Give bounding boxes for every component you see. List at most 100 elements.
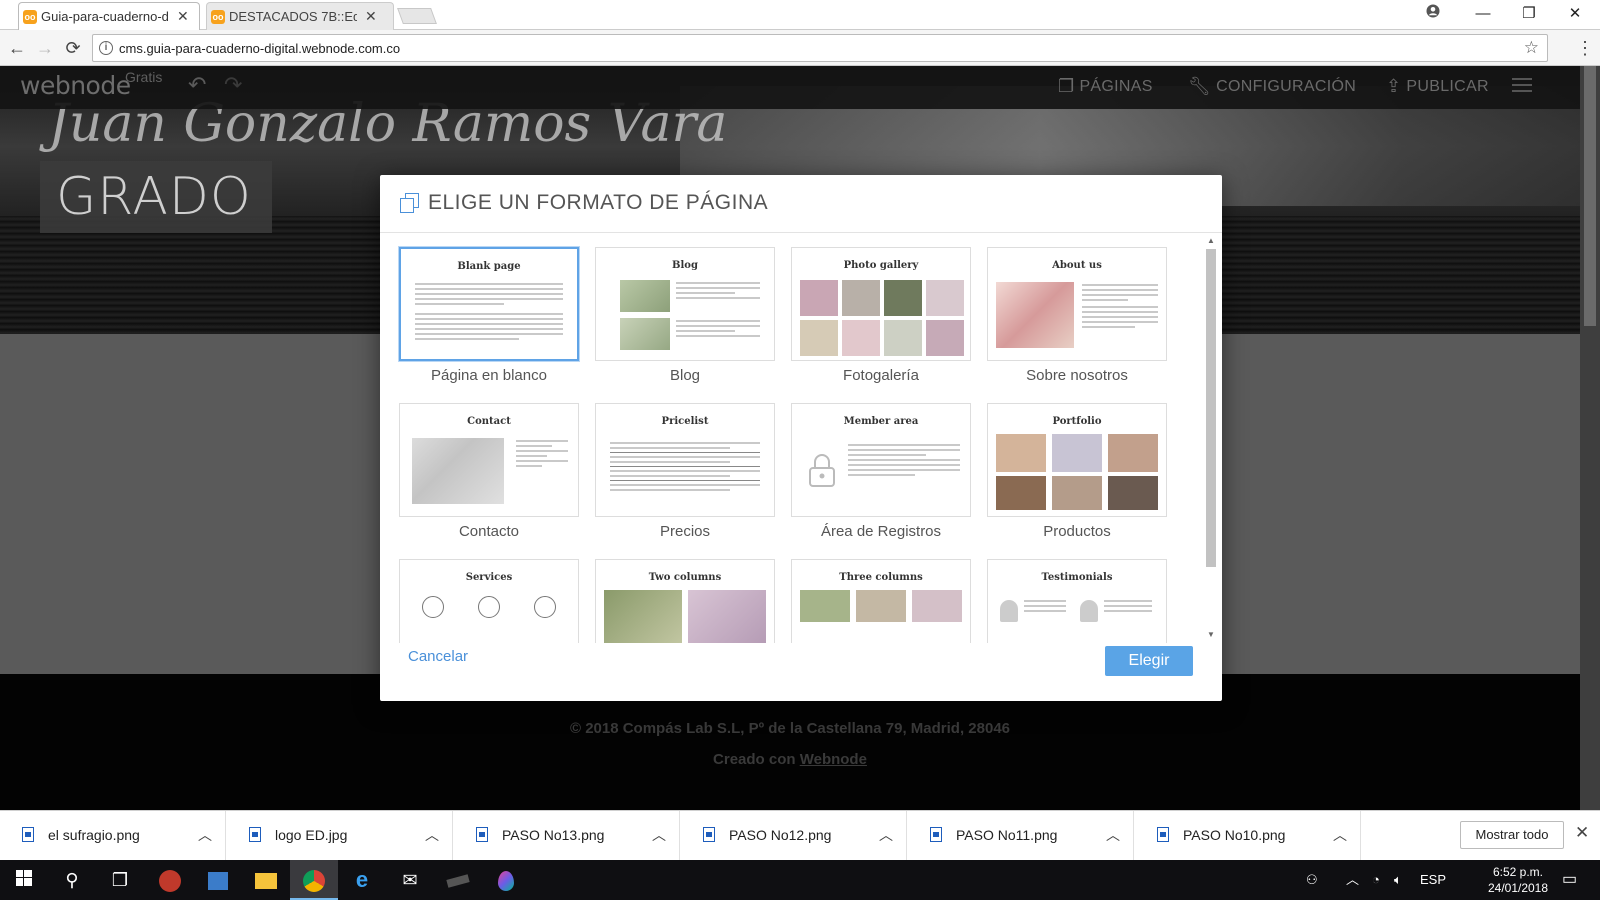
back-button[interactable]: ← (4, 35, 30, 61)
forward-button[interactable]: → (32, 35, 58, 61)
close-tab-icon[interactable]: ✕ (365, 8, 377, 25)
volume-icon[interactable]: 🔈︎ (1394, 860, 1402, 900)
template-blog[interactable]: Blog Blog (595, 247, 775, 384)
template-about-us[interactable]: About us Sobre nosotros (987, 247, 1167, 384)
windows-start-icon[interactable] (0, 860, 48, 900)
maximize-button[interactable]: ❐ (1506, 0, 1552, 28)
search-icon[interactable]: ⚲ (48, 860, 96, 900)
chevron-up-icon[interactable]: ︿ (1333, 825, 1347, 845)
chevron-up-icon[interactable]: ︿ (198, 825, 212, 845)
section-title[interactable]: GRADO (40, 161, 272, 233)
redo-icon[interactable]: ↷ (224, 72, 242, 98)
close-tab-icon[interactable]: ✕ (177, 8, 189, 25)
template-pricelist[interactable]: Pricelist Precios (595, 403, 775, 540)
new-tab-button[interactable] (397, 8, 437, 24)
wifi-icon[interactable]: ◔ (1372, 860, 1380, 900)
template-thumbnail[interactable]: Services (399, 559, 579, 643)
webnode-logo[interactable]: webnode (20, 71, 131, 100)
template-thumbnail[interactable]: About us (987, 247, 1167, 361)
template-thumbnail[interactable]: Photo gallery (791, 247, 971, 361)
tray-chevron-icon[interactable]: ︿ (1346, 860, 1359, 900)
bookmark-star-icon[interactable]: ☆ (1524, 38, 1539, 58)
template-heading: Photo gallery (843, 260, 919, 271)
template-heading: Blog (672, 260, 698, 271)
download-item[interactable]: el sufragio.png ︿ (0, 811, 226, 861)
internet-explorer-icon[interactable]: e (338, 860, 386, 900)
template-two-columns[interactable]: Two columns (595, 559, 775, 643)
chevron-up-icon[interactable]: ︿ (1106, 825, 1120, 845)
template-heading: Pricelist (661, 416, 709, 427)
show-all-downloads-button[interactable]: Mostrar todo (1460, 821, 1564, 849)
downloads-bar: el sufragio.png ︿ logo ED.jpg ︿ PASO No1… (0, 810, 1600, 861)
template-thumbnail[interactable]: Blank page (399, 247, 579, 361)
dialog-scrollbar[interactable]: ▲ ▼ (1204, 235, 1218, 641)
settings-button[interactable]: 🔧︎ CONFIGURACIÓN (1188, 76, 1356, 97)
browser-menu-icon[interactable]: ⋮ (1576, 35, 1594, 61)
template-thumbnail[interactable]: Testimonials (987, 559, 1167, 643)
template-thumbnail[interactable]: Pricelist (595, 403, 775, 517)
template-testimonials[interactable]: Testimonials (987, 559, 1167, 643)
template-thumbnail[interactable]: Three columns (791, 559, 971, 643)
undo-icon[interactable]: ↶ (188, 72, 206, 98)
publish-button[interactable]: ⇪ PUBLICAR (1386, 76, 1489, 97)
app-red-icon[interactable] (146, 860, 194, 900)
close-downloads-bar-icon[interactable]: ✕ (1575, 823, 1589, 843)
user-profile-icon[interactable] (1410, 0, 1456, 28)
close-window-button[interactable]: ✕ (1552, 0, 1598, 28)
notifications-icon[interactable]: ▭ (1562, 860, 1577, 900)
scroll-down-icon[interactable]: ▼ (1204, 629, 1218, 641)
minimize-button[interactable]: — (1460, 0, 1506, 28)
network-app-icon[interactable] (194, 860, 242, 900)
chevron-up-icon[interactable]: ︿ (652, 825, 666, 845)
template-heading: Three columns (839, 572, 923, 583)
paint-app-icon[interactable] (482, 860, 530, 900)
template-caption: Productos (1043, 523, 1111, 540)
template-member-area[interactable]: Member area Área de Registros (791, 403, 971, 540)
template-caption: Contacto (458, 523, 520, 540)
tab-destacados[interactable]: oo DESTACADOS 7B::Edufis ✕ (206, 2, 394, 30)
webnode-link[interactable]: Webnode (800, 751, 867, 768)
template-thumbnail[interactable]: Two columns (595, 559, 775, 643)
language-indicator[interactable]: ESP (1420, 860, 1446, 900)
reload-button[interactable]: ⟳ (60, 35, 86, 61)
chevron-up-icon[interactable]: ︿ (879, 825, 893, 845)
template-thumbnail[interactable]: Portfolio (987, 403, 1167, 517)
template-blank-page[interactable]: Blank page Página en blanco (399, 247, 579, 384)
page-scrollbar[interactable] (1580, 66, 1600, 810)
template-heading: Two columns (648, 572, 722, 583)
upload-icon: ⇪ (1386, 76, 1402, 96)
cancel-button[interactable]: Cancelar (408, 648, 468, 665)
people-icon[interactable]: ⚇ (1306, 860, 1318, 900)
app-dark-icon[interactable] (434, 860, 482, 900)
template-portfolio[interactable]: Portfolio Productos (987, 403, 1167, 540)
template-three-columns[interactable]: Three columns (791, 559, 971, 643)
template-photo-gallery[interactable]: Photo gallery Fotogalería (791, 247, 971, 384)
pages-button[interactable]: ❐ PÁGINAS (1058, 76, 1153, 97)
chevron-up-icon[interactable]: ︿ (425, 825, 439, 845)
chrome-icon[interactable] (290, 860, 338, 900)
download-filename: el sufragio.png (48, 827, 140, 843)
site-info-icon[interactable]: i (99, 41, 113, 55)
template-contact[interactable]: Contact Contacto (399, 403, 579, 540)
template-thumbnail[interactable]: Member area (791, 403, 971, 517)
tab-guia-para-cuaderno[interactable]: oo Guia-para-cuaderno-digi ✕ (18, 2, 200, 30)
template-services[interactable]: Services (399, 559, 579, 643)
download-item[interactable]: PASO No10.png ︿ (1135, 811, 1361, 861)
dialog-scrollbar-thumb[interactable] (1206, 249, 1216, 567)
download-item[interactable]: PASO No12.png ︿ (681, 811, 907, 861)
download-item[interactable]: PASO No13.png ︿ (454, 811, 680, 861)
choose-button[interactable]: Elegir (1105, 646, 1193, 676)
page-scrollbar-thumb[interactable] (1584, 66, 1596, 326)
task-view-icon[interactable]: ❐ (96, 860, 144, 900)
mail-icon[interactable]: ✉ (386, 860, 434, 900)
download-item[interactable]: PASO No11.png ︿ (908, 811, 1134, 861)
url-input[interactable]: i cms.guia-para-cuaderno-digital.webnode… (92, 34, 1548, 62)
template-thumbnail[interactable]: Blog (595, 247, 775, 361)
hamburger-menu-icon[interactable] (1512, 78, 1532, 92)
wrench-icon: 🔧︎ (1188, 76, 1212, 96)
download-item[interactable]: logo ED.jpg ︿ (227, 811, 453, 861)
template-thumbnail[interactable]: Contact (399, 403, 579, 517)
file-explorer-icon[interactable] (242, 860, 290, 900)
scroll-up-icon[interactable]: ▲ (1204, 235, 1218, 247)
system-clock[interactable]: 6:52 p.m. 24/01/2018 (1482, 864, 1554, 896)
